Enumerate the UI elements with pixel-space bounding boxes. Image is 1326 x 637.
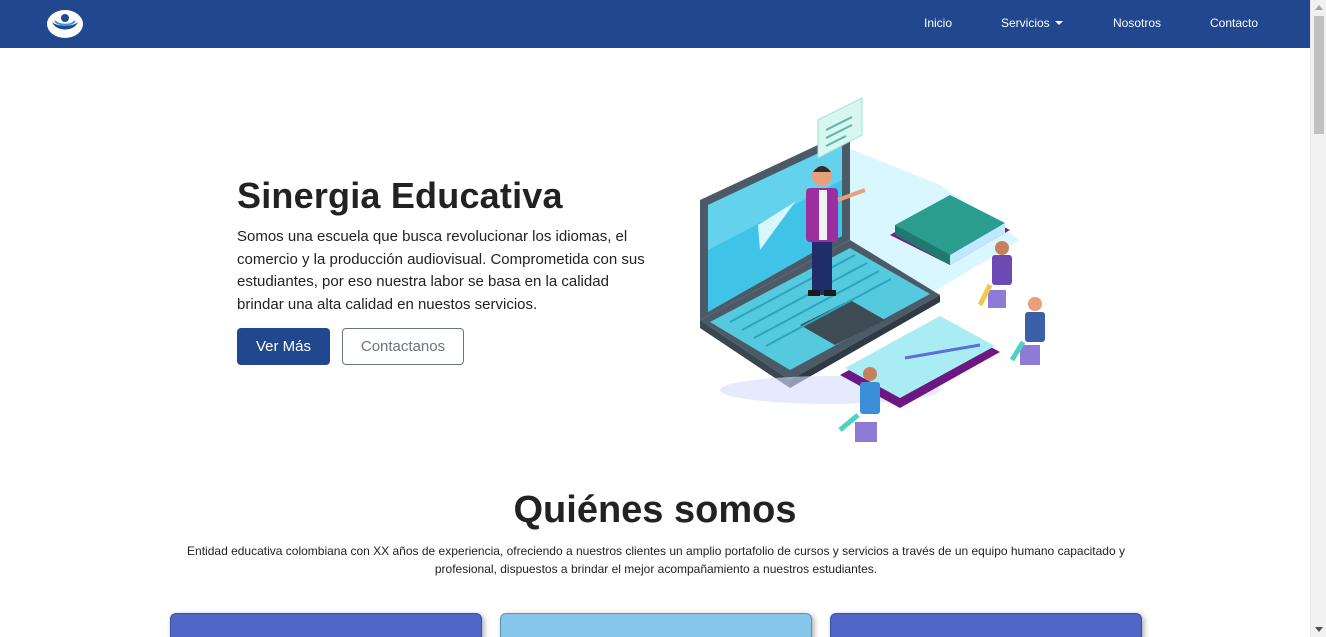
service-card[interactable] bbox=[170, 613, 482, 637]
nav-contacto[interactable]: Contacto bbox=[1210, 16, 1258, 30]
scroll-thumb[interactable] bbox=[1314, 16, 1324, 134]
nav-servicios-label: Servicios bbox=[1001, 16, 1050, 30]
service-card[interactable] bbox=[830, 613, 1142, 637]
scroll-down-icon[interactable] bbox=[1315, 627, 1323, 632]
caret-down-icon bbox=[1054, 21, 1063, 25]
scroll-up-icon[interactable] bbox=[1315, 5, 1323, 10]
hero-illustration bbox=[700, 97, 1045, 442]
hero-title: Sinergia Educativa bbox=[237, 175, 563, 216]
nav-links: Inicio Servicios Nosotros Contacto bbox=[0, 0, 1310, 48]
about-title: Quiénes somos bbox=[513, 489, 797, 531]
nav-servicios-dropdown[interactable]: Servicios bbox=[1001, 16, 1063, 30]
ver-mas-button[interactable]: Ver Más bbox=[237, 328, 330, 365]
student-2 bbox=[1009, 297, 1045, 365]
about-description: Entidad educativa colombiana con XX años… bbox=[187, 544, 1125, 576]
service-card[interactable] bbox=[500, 613, 812, 637]
nav-nosotros[interactable]: Nosotros bbox=[1113, 16, 1161, 30]
vertical-scrollbar[interactable] bbox=[1310, 0, 1326, 637]
nav-inicio[interactable]: Inicio bbox=[924, 16, 952, 30]
contactanos-button[interactable]: Contactanos bbox=[342, 328, 464, 365]
navbar: Inicio Servicios Nosotros Contacto bbox=[0, 0, 1310, 48]
hero-description: Somos una escuela que busca revolucionar… bbox=[237, 228, 645, 313]
page: Inicio Servicios Nosotros Contacto Siner… bbox=[0, 0, 1326, 637]
